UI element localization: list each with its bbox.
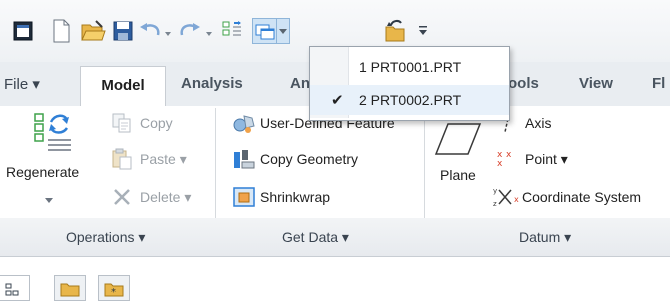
group-datum[interactable]: Datum ▾ — [519, 229, 571, 246]
delete-label[interactable]: Delete ▾ — [140, 189, 191, 206]
point-label[interactable]: Point ▾ — [525, 151, 568, 168]
regenerate-label[interactable]: Regenerate — [6, 164, 79, 180]
svg-text:x: x — [497, 159, 503, 168]
axis-label[interactable]: Axis — [525, 115, 551, 131]
open-folder-icon[interactable] — [80, 18, 106, 44]
windows-button[interactable] — [252, 18, 278, 44]
coordinate-system-label[interactable]: Coordinate System — [522, 189, 641, 205]
paste-icon[interactable] — [111, 148, 133, 175]
redo-icon[interactable] — [177, 18, 203, 44]
svg-text:x: x — [506, 150, 512, 160]
tab-view[interactable]: View — [579, 75, 613, 92]
save-icon[interactable] — [110, 18, 136, 44]
coordinate-system-icon[interactable]: yz x — [493, 186, 521, 213]
tab-file[interactable]: File ▾ — [4, 75, 40, 93]
svg-text:y: y — [493, 187, 497, 195]
svg-text:x: x — [514, 195, 519, 204]
ribbon-group-labels: Operations ▾ Get Data ▾ Datum ▾ — [0, 218, 670, 257]
favorites-tab[interactable]: * — [98, 275, 130, 301]
group-operations[interactable]: Operations ▾ — [66, 229, 145, 246]
shrinkwrap-icon[interactable] — [232, 186, 256, 213]
copy-icon[interactable] — [111, 112, 133, 139]
paste-label[interactable]: Paste ▾ — [140, 151, 187, 168]
undo-dropdown-icon[interactable] — [163, 26, 173, 36]
close-window-icon[interactable] — [382, 18, 408, 44]
checkmark-icon: ✔ — [331, 92, 344, 109]
point-icon[interactable]: xxx — [497, 148, 519, 173]
redo-dropdown-icon[interactable] — [204, 26, 214, 36]
tab-analysis[interactable]: Analysis — [181, 75, 243, 92]
window-icon[interactable] — [10, 18, 36, 44]
regenerate-icon[interactable] — [29, 112, 75, 157]
menu-item-window-2[interactable]: ✔ 2 PRT0002.PRT — [310, 85, 509, 115]
folder-browser-tab[interactable] — [54, 275, 86, 301]
menu-item-window-1[interactable]: 1 PRT0001.PRT — [310, 52, 509, 82]
ribbon-panel: Regenerate Copy Paste ▾ Delete ▾ User-De… — [0, 106, 670, 219]
copy-geometry-label[interactable]: Copy Geometry — [260, 151, 358, 167]
plane-icon[interactable] — [434, 114, 484, 165]
windows-dropdown-menu: 1 PRT0001.PRT ✔ 2 PRT0002.PRT — [309, 46, 510, 121]
tab-tools[interactable]: ools — [508, 75, 539, 92]
svg-text:z: z — [493, 200, 497, 208]
new-file-icon[interactable] — [48, 18, 74, 44]
shrinkwrap-label[interactable]: Shrinkwrap — [260, 189, 330, 205]
regenerate-qat-icon[interactable] — [219, 18, 245, 44]
menu-item-label: 1 PRT0001.PRT — [359, 59, 462, 75]
customize-toolbar-icon[interactable] — [410, 18, 436, 44]
tab-flexible-modeling[interactable]: Fl — [652, 75, 665, 92]
model-tree-tab[interactable] — [0, 275, 30, 301]
tab-model[interactable]: Model — [80, 66, 166, 107]
undo-icon[interactable] — [137, 18, 163, 44]
delete-icon[interactable] — [111, 186, 133, 213]
user-defined-feature-icon[interactable] — [232, 112, 256, 139]
copy-label[interactable]: Copy — [140, 115, 173, 131]
navigator-tabs: * — [0, 257, 670, 301]
tab-annotate[interactable]: An — [290, 75, 310, 92]
plane-label[interactable]: Plane — [440, 167, 476, 183]
group-get-data[interactable]: Get Data ▾ — [282, 229, 349, 246]
windows-dropdown-icon[interactable] — [276, 18, 290, 44]
regenerate-dropdown-icon[interactable] — [44, 192, 54, 210]
svg-text:*: * — [111, 287, 116, 298]
copy-geometry-icon[interactable] — [232, 148, 256, 175]
menu-item-label: 2 PRT0002.PRT — [359, 92, 462, 108]
